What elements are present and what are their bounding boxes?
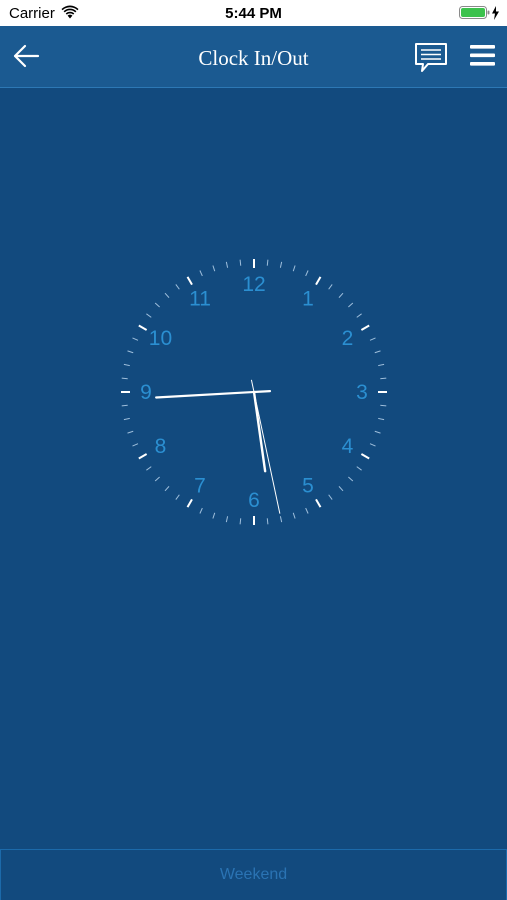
clock-numeral: 1 bbox=[302, 287, 314, 310]
clock-minor-tick bbox=[212, 265, 216, 272]
clock-minor-tick bbox=[154, 302, 160, 308]
analog-clock: 12 1 2 3 4 5 6 7 8 9 10 11 bbox=[114, 252, 394, 532]
clock-minor-tick bbox=[348, 302, 354, 308]
clock-minor-tick bbox=[121, 404, 128, 407]
clock-minor-tick bbox=[328, 284, 333, 290]
clock-minor-tick bbox=[305, 270, 309, 277]
clock-major-tick bbox=[360, 453, 370, 460]
clock-minor-tick bbox=[369, 443, 376, 447]
clock-minor-tick bbox=[239, 259, 242, 266]
clock-minor-tick bbox=[132, 337, 139, 341]
clock-major-tick bbox=[138, 453, 148, 460]
navigation-bar: Clock In/Out bbox=[0, 26, 507, 88]
clock-minor-tick bbox=[305, 507, 309, 514]
clock-minor-tick bbox=[121, 377, 128, 380]
clock-minor-tick bbox=[279, 516, 283, 523]
clock-minor-tick bbox=[123, 417, 130, 421]
clock-minor-tick bbox=[378, 417, 385, 421]
clock-minor-tick bbox=[279, 261, 283, 268]
clock-minor-tick bbox=[292, 265, 296, 272]
clock-minor-tick bbox=[380, 377, 387, 380]
clock-minor-tick bbox=[380, 404, 387, 407]
clock-hands bbox=[155, 379, 281, 514]
clock-minor-tick bbox=[127, 350, 134, 354]
clock-minor-tick bbox=[212, 512, 216, 519]
clock-numeral: 6 bbox=[248, 489, 260, 512]
clock-minor-tick bbox=[378, 363, 385, 367]
battery-charging-icon bbox=[459, 5, 501, 25]
clock-major-tick bbox=[315, 498, 322, 508]
clock-minor-tick bbox=[225, 516, 229, 523]
clock-minor-tick bbox=[338, 486, 344, 492]
clock-numeral: 4 bbox=[342, 435, 354, 458]
clock-numeral: 3 bbox=[356, 381, 368, 404]
clock-minor-tick bbox=[175, 284, 180, 290]
clock-minor-tick bbox=[225, 261, 229, 268]
clock-minor-tick bbox=[199, 270, 203, 277]
clock-minor-tick bbox=[199, 507, 203, 514]
clock-numeral: 8 bbox=[155, 435, 167, 458]
clock-minor-tick bbox=[146, 466, 152, 471]
clock-major-tick bbox=[138, 324, 148, 331]
clock-minor-tick bbox=[123, 363, 130, 367]
clock-minor-tick bbox=[374, 430, 381, 434]
status-time: 5:44 PM bbox=[225, 5, 282, 22]
clock-major-tick bbox=[186, 498, 193, 508]
clock-hour-hand bbox=[252, 390, 267, 473]
clock-face: 121234567891011 bbox=[121, 259, 387, 525]
clock-numeral: 2 bbox=[342, 327, 354, 350]
weekend-label: Weekend bbox=[219, 866, 288, 883]
clock-minor-tick bbox=[266, 259, 269, 266]
clock-minor-tick bbox=[374, 350, 381, 354]
clock-minor-tick bbox=[132, 443, 139, 447]
clock-minor-tick bbox=[356, 313, 362, 318]
clock-minor-tick bbox=[338, 292, 344, 298]
clock-minor-tick bbox=[146, 313, 152, 318]
clock-major-tick bbox=[360, 324, 370, 331]
clock-minor-tick bbox=[164, 292, 170, 298]
clock-major-tick bbox=[315, 276, 322, 286]
clock-numeral: 9 bbox=[140, 381, 152, 404]
status-bar: Carrier 5:44 PM bbox=[0, 0, 507, 26]
clock-minor-tick bbox=[369, 337, 376, 341]
clock-minor-tick bbox=[292, 512, 296, 519]
chat-icon[interactable] bbox=[414, 42, 448, 74]
weekend-bar[interactable]: Weekend bbox=[0, 849, 507, 900]
clock-minor-tick bbox=[127, 430, 134, 434]
clock-minor-tick bbox=[164, 486, 170, 492]
clock-minor-tick bbox=[266, 518, 269, 525]
clock-numeral: 5 bbox=[302, 475, 314, 498]
clock-minute-hand bbox=[155, 390, 272, 399]
clock-numeral: 12 bbox=[242, 273, 265, 296]
clock-numeral: 7 bbox=[194, 475, 206, 498]
clock-numeral: 10 bbox=[149, 327, 172, 350]
clock-numeral: 11 bbox=[189, 287, 211, 310]
clock-minor-tick bbox=[328, 494, 333, 500]
clock-minor-tick bbox=[239, 518, 242, 525]
clock-minor-tick bbox=[154, 476, 160, 482]
clock-minor-tick bbox=[348, 476, 354, 482]
hamburger-menu-icon[interactable] bbox=[469, 44, 497, 68]
clock-minor-tick bbox=[175, 494, 180, 500]
clock-minor-tick bbox=[356, 466, 362, 471]
clock-major-tick bbox=[186, 276, 193, 286]
